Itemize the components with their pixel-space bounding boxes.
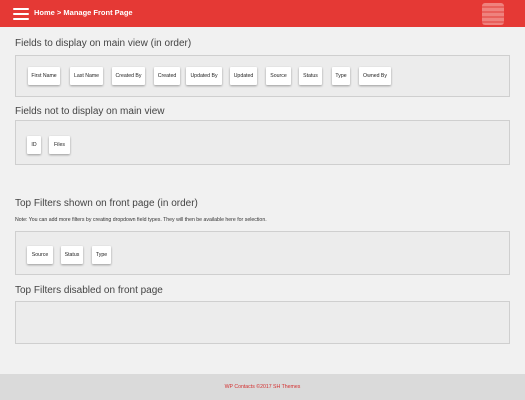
- main-field-chip[interactable]: Type: [332, 67, 350, 85]
- main-field-chip[interactable]: Source: [266, 67, 291, 85]
- hidden-field-chip[interactable]: ID: [27, 136, 41, 154]
- main-field-chip[interactable]: Owned By: [359, 67, 391, 85]
- main-field-chip[interactable]: First Name: [28, 67, 60, 85]
- main-field-chip[interactable]: Updated: [230, 67, 257, 85]
- top-filter-chip[interactable]: Type: [92, 246, 111, 264]
- top-filters-note: Note: You can add more filters by creati…: [15, 217, 267, 223]
- top-filters-dropzone[interactable]: Source Status Type: [15, 231, 510, 275]
- hidden-fields-title: Fields not to display on main view: [15, 106, 165, 117]
- footer: WP Contacts ©2017 SH Themes: [0, 374, 525, 400]
- breadcrumb: Home > Manage Front Page: [34, 8, 133, 17]
- main-fields-title: Fields to display on main view (in order…: [15, 38, 192, 49]
- disabled-filters-title: Top Filters disabled on front page: [15, 285, 163, 296]
- main-field-chip[interactable]: Created: [154, 67, 180, 85]
- hidden-field-chip[interactable]: Files: [49, 136, 70, 154]
- top-app-bar: Home > Manage Front Page: [0, 0, 525, 27]
- footer-text: WP Contacts ©2017 SH Themes: [224, 384, 301, 390]
- top-filter-chip[interactable]: Status: [61, 246, 83, 264]
- breadcrumb-current: Manage Front Page: [63, 8, 133, 17]
- top-filters-title: Top Filters shown on front page (in orde…: [15, 198, 198, 209]
- disabled-filters-dropzone[interactable]: [15, 301, 510, 344]
- main-field-chip[interactable]: Status: [299, 67, 322, 85]
- hamburger-menu-icon[interactable]: [13, 8, 29, 20]
- main-field-chip[interactable]: Created By: [112, 67, 145, 85]
- main-fields-dropzone[interactable]: First Name Last Name Created By Created …: [15, 55, 510, 97]
- top-filter-chip[interactable]: Source: [27, 246, 53, 264]
- user-avatar[interactable]: [482, 3, 504, 25]
- breadcrumb-home-link[interactable]: Home: [34, 8, 55, 17]
- hidden-fields-dropzone[interactable]: ID Files: [15, 120, 510, 165]
- main-field-chip[interactable]: Last Name: [70, 67, 103, 85]
- main-field-chip[interactable]: Updated By: [186, 67, 222, 85]
